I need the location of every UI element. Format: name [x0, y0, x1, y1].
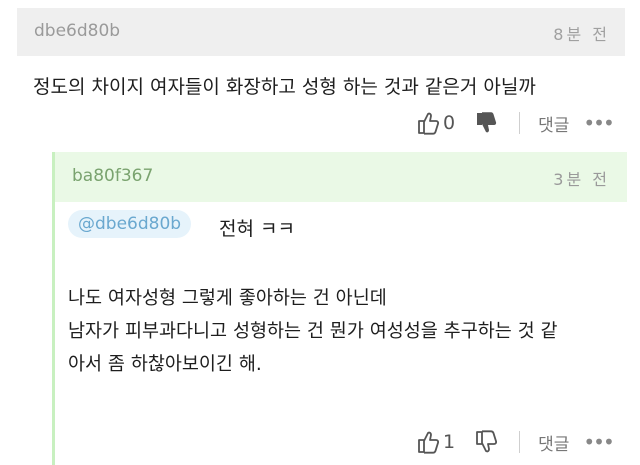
reply-button[interactable]: 댓글	[538, 111, 569, 136]
thumbs-down-icon[interactable]	[475, 430, 498, 454]
comment-username[interactable]: dbe6d80b	[34, 21, 120, 41]
comment-header: dbe6d80b 8분 전	[17, 8, 625, 56]
reply-button[interactable]: 댓글	[538, 430, 569, 455]
more-options-icon[interactable]: •••	[583, 430, 614, 454]
thumbs-down-icon[interactable]	[475, 111, 497, 135]
like-count: 1	[443, 431, 456, 453]
reply-timestamp: 3분 전	[553, 170, 610, 189]
reply-actions: 1 댓글 •••	[417, 427, 615, 457]
comment-timestamp: 8분 전	[553, 25, 610, 44]
mention-tag[interactable]: @dbe6d80b	[68, 210, 192, 238]
reply-body-line: 나도 여자성형 그렇게 좋아하는 건 아닌데	[68, 288, 387, 309]
divider	[519, 431, 521, 453]
reply-username[interactable]: ba80f367	[72, 166, 153, 186]
divider	[519, 112, 521, 134]
reply-header: ba80f367 3분 전	[55, 152, 627, 202]
comment-actions: 0 댓글 •••	[417, 108, 615, 138]
reply-text: 전혀 ㅋㅋ	[219, 218, 295, 240]
reply-body-line: 남자가 피부과다니고 성형하는 건 뭔가 여성성을 추구하는 것 같	[68, 321, 558, 342]
reply-body-line: 아서 좀 하찮아보이긴 해.	[68, 354, 262, 375]
comment-text: 정도의 차이지 여자들이 화장하고 성형 하는 것과 같은거 아닐까	[33, 76, 536, 98]
like-count: 0	[443, 112, 456, 134]
thumbs-up-icon[interactable]	[417, 430, 440, 454]
reply-body: 나도 여자성형 그렇게 좋아하는 건 아닌데 남자가 피부과다니고 성형하는 건…	[68, 282, 638, 381]
thumbs-up-icon[interactable]	[417, 111, 440, 135]
more-options-icon[interactable]: •••	[583, 111, 614, 135]
